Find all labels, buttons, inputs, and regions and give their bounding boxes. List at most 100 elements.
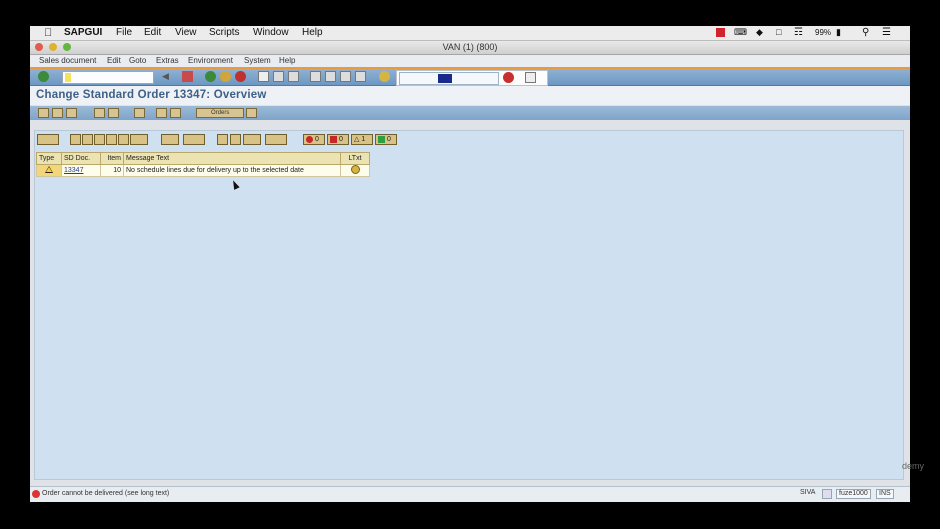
- menu-file[interactable]: File: [116, 27, 132, 38]
- sap-menu-bar: Sales document Edit Goto Extras Environm…: [30, 55, 910, 69]
- lock-icon[interactable]: [108, 108, 119, 118]
- stop-count[interactable]: 0: [327, 134, 349, 145]
- details-icon[interactable]: [37, 134, 59, 145]
- sap-menu-extras[interactable]: Extras: [156, 56, 179, 65]
- record-icon[interactable]: [716, 28, 725, 37]
- sort-descending-icon[interactable]: [82, 134, 93, 145]
- stop-count-value: 0: [338, 136, 343, 143]
- apple-icon[interactable]: : [44, 27, 52, 39]
- cell-sd-doc[interactable]: 13347: [61, 164, 101, 177]
- conditions-icon[interactable]: [156, 108, 167, 118]
- last-page-icon[interactable]: [355, 71, 366, 82]
- sap-menu-environment[interactable]: Environment: [188, 56, 233, 65]
- long-text-icon[interactable]: [350, 165, 360, 174]
- popup-input[interactable]: [399, 72, 499, 85]
- status-user: SIVA: [800, 489, 816, 496]
- header-message-text[interactable]: Message Text: [123, 152, 341, 165]
- previous-page-icon[interactable]: [325, 71, 336, 82]
- message-log-table: Type SD Doc. Item Message Text LTxt 1334…: [36, 152, 370, 177]
- keyboard-icon[interactable]: ⌨: [734, 27, 747, 38]
- sap-menu-sales-document[interactable]: Sales document: [39, 56, 96, 65]
- popup-cancel-icon[interactable]: [503, 72, 514, 83]
- help-icon[interactable]: [379, 71, 390, 82]
- battery-icon[interactable]: ▮: [836, 27, 841, 38]
- menu-view[interactable]: View: [175, 27, 197, 38]
- find-next-alv-icon[interactable]: [106, 134, 117, 145]
- orders-button[interactable]: Orders: [196, 108, 244, 118]
- sap-menu-system[interactable]: System: [244, 56, 271, 65]
- business-data-icon[interactable]: [66, 108, 77, 118]
- text-cursor: [65, 73, 71, 82]
- first-page-icon[interactable]: [310, 71, 321, 82]
- select-layout-icon[interactable]: [265, 134, 287, 145]
- sd-doc-link[interactable]: 13347: [64, 167, 83, 174]
- status-mode[interactable]: INS: [876, 489, 894, 499]
- sap-menu-edit[interactable]: Edit: [107, 56, 121, 65]
- sap-menu-help[interactable]: Help: [279, 56, 295, 65]
- table-row[interactable]: 13347 10 No schedule lines due for deliv…: [36, 164, 370, 177]
- display-document-icon[interactable]: [38, 108, 49, 118]
- error-count[interactable]: 0: [303, 134, 325, 145]
- menu-help[interactable]: Help: [302, 27, 323, 38]
- menu-scripts[interactable]: Scripts: [209, 27, 240, 38]
- status-error-icon: [32, 490, 40, 498]
- error-count-value: 0: [314, 136, 319, 143]
- total-icon[interactable]: [130, 134, 148, 145]
- subtotal-icon[interactable]: [161, 134, 179, 145]
- menu-window[interactable]: Window: [253, 27, 289, 38]
- cell-ltxt[interactable]: [340, 164, 370, 177]
- change-layout-icon[interactable]: [183, 134, 205, 145]
- grid-icon[interactable]: [246, 108, 257, 118]
- delete-icon[interactable]: [170, 108, 181, 118]
- print-icon[interactable]: [258, 71, 269, 82]
- command-field[interactable]: [62, 71, 154, 84]
- schedule-icon[interactable]: [134, 108, 145, 118]
- app-menu[interactable]: SAPGUI: [64, 27, 102, 38]
- next-page-icon[interactable]: [340, 71, 351, 82]
- stop-icon: [330, 135, 337, 143]
- header-ltxt[interactable]: LTxt: [340, 152, 370, 165]
- success-count[interactable]: 0: [375, 134, 397, 145]
- notification-center-icon[interactable]: ☰: [882, 27, 891, 38]
- binoculars-icon[interactable]: ◆: [756, 27, 763, 38]
- table-header-row: Type SD Doc. Item Message Text LTxt: [36, 152, 370, 165]
- wifi-icon[interactable]: ☶: [794, 27, 803, 38]
- find-alv-icon[interactable]: [94, 134, 105, 145]
- orders-label: Orders: [211, 110, 230, 116]
- status-message[interactable]: Order cannot be delivered (see long text…: [42, 490, 169, 497]
- sap-menu-goto[interactable]: Goto: [129, 56, 146, 65]
- find-icon[interactable]: [273, 71, 284, 82]
- success-icon: [378, 135, 385, 143]
- dropdown-popup: [396, 70, 548, 86]
- zoom-window-icon[interactable]: [63, 43, 71, 51]
- header-item[interactable]: Item: [100, 152, 124, 165]
- display-header-icon[interactable]: [52, 108, 63, 118]
- print-preview-icon[interactable]: [217, 134, 228, 145]
- warning-icon: △: [354, 136, 360, 143]
- header-type[interactable]: Type: [36, 152, 62, 165]
- popup-list-icon[interactable]: [525, 72, 536, 83]
- battery-percent: 99%: [815, 28, 832, 37]
- header-sd-doc[interactable]: SD Doc.: [61, 152, 101, 165]
- warning-count[interactable]: △ 1: [351, 134, 373, 145]
- minimize-window-icon[interactable]: [49, 43, 57, 51]
- exit-icon[interactable]: [220, 71, 231, 82]
- filter-icon[interactable]: [118, 134, 129, 145]
- partner-icon[interactable]: [94, 108, 105, 118]
- display-icon[interactable]: □: [776, 27, 781, 37]
- close-window-icon[interactable]: [35, 43, 43, 51]
- save-icon[interactable]: [182, 71, 193, 82]
- enter-icon[interactable]: [38, 71, 49, 82]
- back-icon[interactable]: [205, 71, 216, 82]
- session-icon[interactable]: [822, 489, 832, 499]
- export-icon[interactable]: [230, 134, 241, 145]
- cell-item: 10: [100, 164, 124, 177]
- menu-edit[interactable]: Edit: [144, 27, 161, 38]
- find-next-icon[interactable]: [288, 71, 299, 82]
- spotlight-icon[interactable]: ⚲: [862, 27, 869, 38]
- cancel-icon[interactable]: [235, 71, 246, 82]
- sort-ascending-icon[interactable]: [70, 134, 81, 145]
- spreadsheet-icon[interactable]: [243, 134, 261, 145]
- dropdown-history-icon[interactable]: ◀: [162, 71, 173, 82]
- status-server: fuze1000: [836, 489, 871, 499]
